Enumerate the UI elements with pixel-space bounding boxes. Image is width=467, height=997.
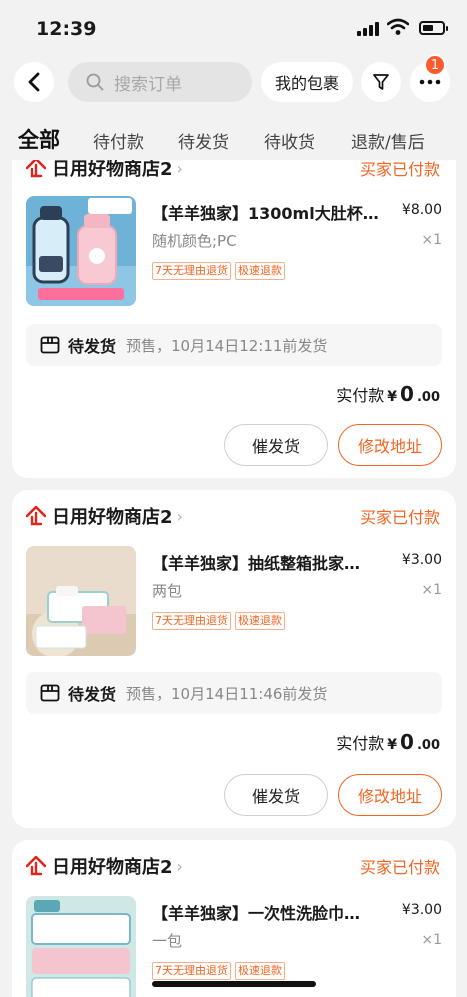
filter-icon [373,74,389,90]
search-icon [86,73,104,91]
product-title[interactable]: 【羊羊独家】1300ml大肚杯… [152,200,382,224]
product-image[interactable] [26,196,136,306]
tab-refund-aftersale[interactable]: 退款/售后 [351,128,425,153]
shipment-label: 待发货 [68,337,117,356]
product-sku: 两包 [152,582,183,600]
shop-name: 日用好物商店2 [52,160,173,180]
package-icon [40,684,60,702]
order-card[interactable]: 日用好物商店2 › 买家已付款 【羊羊独家】一次性洗脸巾… ¥3.00 一包 ×… [12,840,456,997]
paid-decimal: .00 [416,738,440,753]
shop-logo-icon [26,160,46,178]
filter-button[interactable] [361,62,401,102]
order-status: 买家已付款 [359,858,440,877]
order-status: 买家已付款 [359,160,440,179]
product-price: ¥3.00 [401,902,442,918]
change-address-button[interactable]: 修改地址 [338,774,442,816]
wifi-icon [387,18,409,35]
status-bar: 12:39 [0,0,467,56]
product-sku: 一包 [152,932,183,950]
paid-amount: 实付款 ¥ 0 .00 [336,730,440,754]
back-button[interactable] [14,62,54,102]
paid-integer: 0 [400,382,414,406]
chevron-left-icon [28,72,40,92]
chevron-right-icon: › [176,506,183,526]
product-image[interactable] [26,896,136,997]
service-tags: 7天无理由退货 极速退款 [152,962,285,980]
notification-badge: 1 [424,54,446,76]
service-tag: 极速退款 [235,612,285,630]
service-tag: 极速退款 [235,262,285,280]
shop-logo-icon [26,856,46,876]
order-tabs: 全部 待付款 待发货 待收货 退款/售后 [0,122,467,162]
shop-link[interactable]: 日用好物商店2 › [26,854,183,878]
service-tags: 7天无理由退货 极速退款 [152,262,285,280]
product-qty: ×1 [421,232,442,248]
product-qty: ×1 [421,582,442,598]
my-packages-button[interactable]: 我的包裹 [261,62,353,102]
shop-link[interactable]: 日用好物商店2 › [26,504,183,528]
tab-all[interactable]: 全部 [18,124,60,154]
shipment-info[interactable]: 待发货 预售，10月14日12:11前发货 [26,324,442,366]
order-status: 买家已付款 [359,508,440,527]
chevron-right-icon: › [176,856,183,876]
search-placeholder: 搜索订单 [114,74,182,95]
service-tag: 7天无理由退货 [152,262,231,280]
package-icon [40,336,60,354]
shipment-info[interactable]: 待发货 预售，10月14日11:46前发货 [26,672,442,714]
shop-link[interactable]: 日用好物商店2 › [26,160,183,180]
paid-label: 实付款 [336,734,385,753]
more-dots-icon [419,79,441,85]
search-input[interactable]: 搜索订单 [68,62,252,102]
tab-pending-shipment[interactable]: 待发货 [178,128,229,153]
paid-label: 实付款 [336,386,385,405]
product-price: ¥3.00 [401,552,442,568]
paid-decimal: .00 [416,390,440,405]
top-nav: 搜索订单 我的包裹 1 [0,54,467,106]
paid-integer: 0 [400,730,414,754]
order-card[interactable]: 日用好物商店2 › 买家已付款 【羊羊独家】1300ml大肚杯… ¥8.00 随… [12,160,456,478]
shop-name: 日用好物商店2 [52,857,173,878]
tab-pending-receipt[interactable]: 待收货 [264,128,315,153]
shop-logo-icon [26,506,46,526]
service-tags: 7天无理由退货 极速退款 [152,612,285,630]
shipment-text: 预售，10月14日11:46前发货 [126,684,328,703]
service-tag: 7天无理由退货 [152,962,231,980]
status-time: 12:39 [36,18,97,40]
shop-name: 日用好物商店2 [52,507,173,528]
order-card[interactable]: 日用好物商店2 › 买家已付款 【羊羊独家】抽纸整箱批家… ¥3.00 两包 ×… [12,490,456,828]
urge-shipment-button[interactable]: 催发货 [224,774,328,816]
battery-icon [419,21,448,35]
shipment-text: 预售，10月14日12:11前发货 [126,336,328,355]
home-indicator[interactable] [152,981,316,987]
chevron-right-icon: › [176,160,183,178]
product-qty: ×1 [421,932,442,948]
product-title[interactable]: 【羊羊独家】抽纸整箱批家… [152,550,382,574]
urge-shipment-button[interactable]: 催发货 [224,424,328,466]
product-title[interactable]: 【羊羊独家】一次性洗脸巾… [152,900,382,924]
product-sku: 随机颜色;PC [152,232,237,250]
product-image[interactable] [26,546,136,656]
paid-currency: ¥ [387,737,398,753]
tab-pending-payment[interactable]: 待付款 [93,128,144,153]
change-address-button[interactable]: 修改地址 [338,424,442,466]
shipment-label: 待发货 [68,685,117,704]
order-list: 日用好物商店2 › 买家已付款 【羊羊独家】1300ml大肚杯… ¥8.00 随… [0,160,467,997]
paid-currency: ¥ [387,389,398,405]
paid-amount: 实付款 ¥ 0 .00 [336,382,440,406]
signal-icon [357,22,379,36]
product-price: ¥8.00 [401,202,442,218]
service-tag: 极速退款 [235,962,285,980]
service-tag: 7天无理由退货 [152,612,231,630]
